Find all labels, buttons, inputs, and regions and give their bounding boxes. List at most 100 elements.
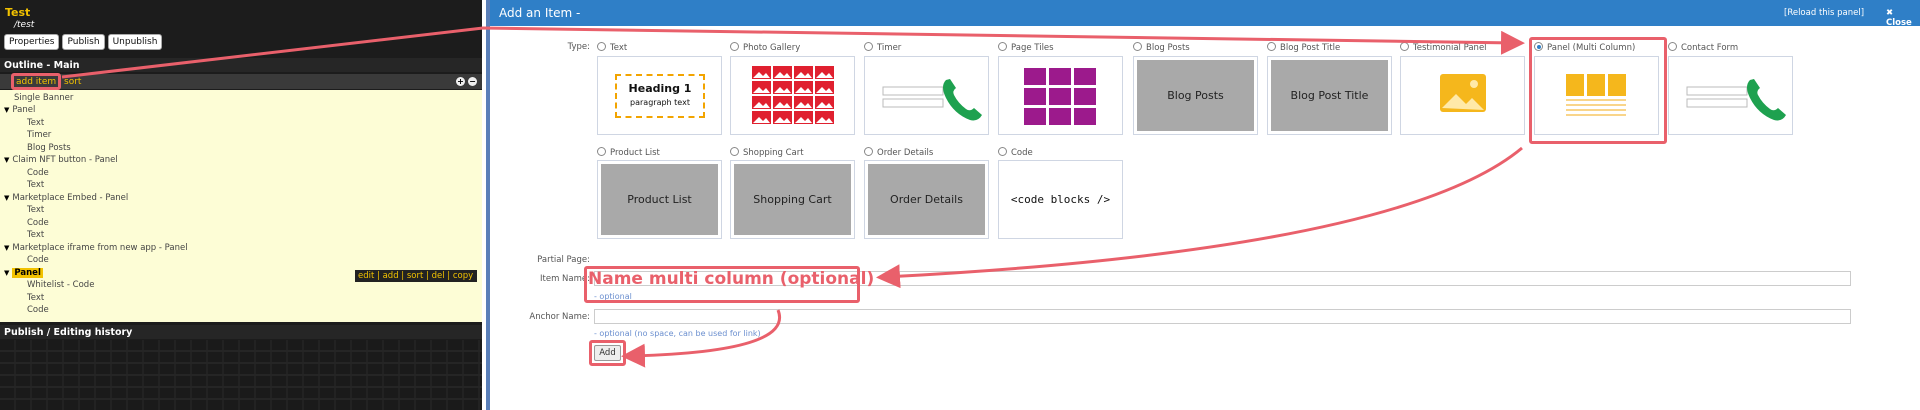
- radio-icon[interactable]: [864, 147, 873, 156]
- type-option-contact-form[interactable]: Contact Form: [1668, 42, 1738, 53]
- add-item-dialog: Add an Item - [Reload this panel] ✖ Clos…: [486, 0, 1920, 410]
- tile-text[interactable]: Heading 1 paragraph text: [597, 56, 722, 135]
- partial-page-label: Partial Page:: [537, 255, 590, 265]
- type-option-order-details[interactable]: Order Details: [864, 147, 933, 158]
- radio-icon[interactable]: [998, 147, 1007, 156]
- sort-link[interactable]: sort: [64, 77, 81, 87]
- close-button[interactable]: ✖ Close: [1886, 8, 1920, 28]
- collapse-all-icon[interactable]: −: [468, 77, 477, 86]
- type-option-text[interactable]: Text: [597, 42, 627, 53]
- annotation-box-panel-multi-column: [1529, 37, 1667, 144]
- tile-blog-post-title[interactable]: Blog Post Title: [1267, 56, 1392, 135]
- blog-posts-preview: Blog Posts: [1137, 60, 1254, 131]
- radio-icon[interactable]: [730, 147, 739, 156]
- type-option-timer[interactable]: Timer: [864, 42, 901, 53]
- tile-shopping-cart[interactable]: Shopping Cart: [730, 160, 855, 239]
- tree-item[interactable]: Text: [27, 230, 44, 240]
- tree-item[interactable]: Single Banner: [14, 93, 73, 103]
- tree-item[interactable]: Code: [27, 218, 49, 228]
- publish-button[interactable]: Publish: [62, 34, 105, 50]
- tree-item[interactable]: Text: [27, 180, 44, 190]
- heading-preview-paragraph: paragraph text: [630, 98, 690, 107]
- type-option-blog-post-title[interactable]: Blog Post Title: [1267, 42, 1340, 53]
- expand-triangle-icon[interactable]: ▼: [4, 106, 9, 114]
- close-icon: ✖: [1886, 8, 1894, 18]
- left-sidebar: Test /test Properties Publish Unpublish …: [0, 0, 482, 410]
- tree-item[interactable]: Code: [27, 255, 49, 265]
- expand-triangle-icon[interactable]: ▼: [4, 194, 9, 202]
- image-placeholder-icon: [1404, 60, 1521, 131]
- photo-gallery-icon: [734, 60, 851, 131]
- tile-contact-form[interactable]: [1668, 56, 1793, 135]
- tile-blog-posts[interactable]: Blog Posts: [1133, 56, 1258, 135]
- type-option-page-tiles[interactable]: Page Tiles: [998, 42, 1054, 53]
- expand-triangle-icon[interactable]: ▼: [4, 156, 9, 164]
- radio-icon[interactable]: [1668, 42, 1677, 51]
- tree-item[interactable]: Timer: [27, 130, 51, 140]
- outline-header: Outline - Main: [0, 58, 482, 72]
- annotation-text: Name multi column (optional): [588, 269, 875, 289]
- tile-page-tiles[interactable]: [998, 56, 1123, 135]
- tree-item-selected[interactable]: ▼ Panel: [4, 268, 43, 278]
- heading-preview: Heading 1 paragraph text: [601, 60, 718, 131]
- page-buttons: Properties Publish Unpublish: [4, 34, 163, 50]
- item-name-label: Item Name:: [540, 274, 590, 284]
- tree-item[interactable]: Whitelist - Code: [27, 280, 94, 290]
- tile-order-details[interactable]: Order Details: [864, 160, 989, 239]
- code-preview: <code blocks />: [1010, 193, 1111, 206]
- properties-button[interactable]: Properties: [4, 34, 60, 50]
- tree-item[interactable]: Code: [27, 305, 49, 315]
- expand-triangle-icon[interactable]: ▼: [4, 269, 9, 277]
- tree-item[interactable]: ▼ Marketplace Embed - Panel: [4, 193, 128, 203]
- expand-all-icon[interactable]: +: [456, 77, 465, 86]
- dialog-titlebar: Add an Item - [Reload this panel] ✖ Clos…: [490, 0, 1920, 28]
- radio-icon[interactable]: [597, 42, 606, 51]
- radio-icon[interactable]: [1133, 42, 1142, 51]
- type-option-product-list[interactable]: Product List: [597, 147, 660, 158]
- radio-icon[interactable]: [998, 42, 1007, 51]
- annotation-box-add-item: [11, 73, 61, 90]
- radio-icon[interactable]: [1400, 42, 1409, 51]
- anchor-name-input[interactable]: [594, 309, 1851, 324]
- heading-preview-title: Heading 1: [628, 82, 692, 95]
- page-tiles-icon: [1002, 60, 1119, 131]
- blog-post-title-preview: Blog Post Title: [1271, 60, 1388, 131]
- tile-photo-gallery[interactable]: [730, 56, 855, 135]
- contact-form-icon: [1672, 60, 1789, 131]
- type-option-shopping-cart[interactable]: Shopping Cart: [730, 147, 804, 158]
- phone-form-icon: [868, 60, 985, 131]
- tree-item[interactable]: Text: [27, 118, 44, 128]
- radio-icon[interactable]: [1267, 42, 1276, 51]
- row-actions[interactable]: edit | add | sort | del | copy: [355, 270, 477, 282]
- anchor-name-hint: - optional (no space, can be used for li…: [594, 329, 761, 338]
- annotation-box-add: [589, 340, 626, 366]
- shopping-cart-preview: Shopping Cart: [734, 164, 851, 235]
- site-path: /test: [14, 20, 35, 30]
- radio-icon[interactable]: [597, 147, 606, 156]
- tree-item[interactable]: Text: [27, 293, 44, 303]
- tree-item[interactable]: ▼ Panel: [4, 105, 35, 115]
- tree-item[interactable]: ▼ Marketplace iframe from new app - Panel: [4, 243, 188, 253]
- type-label: Type:: [567, 42, 590, 52]
- unpublish-button[interactable]: Unpublish: [107, 34, 163, 50]
- tile-testimonial-panel[interactable]: [1400, 56, 1525, 135]
- anchor-name-label: Anchor Name:: [529, 312, 590, 322]
- reload-panel-link[interactable]: [Reload this panel]: [1784, 8, 1864, 18]
- type-option-testimonial-panel[interactable]: Testimonial Panel: [1400, 42, 1487, 53]
- background-texture: [0, 340, 482, 410]
- type-option-blog-posts[interactable]: Blog Posts: [1133, 42, 1190, 53]
- tree-item[interactable]: Code: [27, 168, 49, 178]
- tree-item[interactable]: ▼ Claim NFT button - Panel: [4, 155, 118, 165]
- radio-icon[interactable]: [864, 42, 873, 51]
- dialog-title: Add an Item -: [499, 6, 581, 20]
- tile-product-list[interactable]: Product List: [597, 160, 722, 239]
- type-option-photo-gallery[interactable]: Photo Gallery: [730, 42, 800, 53]
- tree-item[interactable]: Blog Posts: [27, 143, 71, 153]
- product-list-preview: Product List: [601, 164, 718, 235]
- expand-triangle-icon[interactable]: ▼: [4, 244, 9, 252]
- tree-item[interactable]: Text: [27, 205, 44, 215]
- type-option-code[interactable]: Code: [998, 147, 1033, 158]
- tile-code[interactable]: <code blocks />: [998, 160, 1123, 239]
- radio-icon[interactable]: [730, 42, 739, 51]
- tile-timer[interactable]: [864, 56, 989, 135]
